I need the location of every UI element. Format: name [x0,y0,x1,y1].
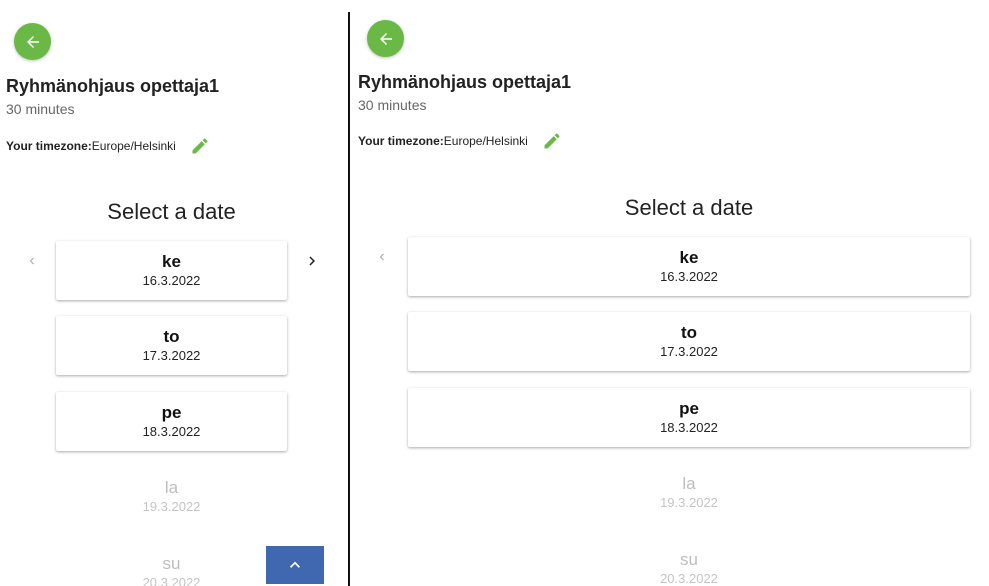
date-card[interactable]: pe 18.3.2022 [56,392,287,451]
date-card-date: 19.3.2022 [660,495,718,510]
timezone-row: Your timezone: Europe/Helsinki [358,131,562,151]
date-card-weekday: to [163,327,180,346]
date-card-date: 17.3.2022 [142,348,201,363]
event-duration: 30 minutes [358,97,427,113]
date-card-weekday: la [164,478,179,497]
date-card-date: 19.3.2022 [142,499,201,514]
date-card[interactable]: to 17.3.2022 [408,312,970,371]
chevron-left-icon [29,257,34,265]
date-card-date: 16.3.2022 [142,273,201,288]
date-card[interactable]: to 17.3.2022 [56,316,287,375]
date-card-weekday: su [680,550,698,569]
date-card[interactable]: pe 18.3.2022 [408,388,970,447]
edit-timezone-button[interactable] [190,136,210,156]
date-card[interactable]: ke 16.3.2022 [56,241,287,300]
date-card-weekday: pe [679,399,699,418]
previous-dates-button[interactable] [372,247,392,267]
date-card-date: 16.3.2022 [660,269,718,284]
date-card[interactable]: ke 16.3.2022 [408,237,970,296]
back-button[interactable] [367,20,404,57]
date-card-date: 20.3.2022 [142,575,201,586]
event-title: Ryhmänohjaus opettaja1 [6,76,220,96]
date-card-unavailable: su 20.3.2022 [408,539,970,586]
timezone-label: Your timezone: [6,139,92,153]
chevron-right-icon [309,256,315,266]
date-card-weekday: ke [679,248,699,267]
next-dates-button[interactable] [302,251,322,271]
date-card-unavailable: su 20.3.2022 [56,543,287,586]
arrow-left-icon [26,35,39,48]
select-date-heading: Select a date [107,199,236,224]
date-card-weekday: to [680,323,698,342]
event-duration: 30 minutes [6,101,75,117]
scroll-to-top-button[interactable] [266,546,324,584]
chevron-left-icon [379,253,384,261]
timezone-value: Europe/Helsinki [91,139,176,153]
pencil-icon [544,133,560,149]
date-card-unavailable: la 19.3.2022 [56,467,287,526]
back-button[interactable] [14,23,51,60]
date-card-unavailable: la 19.3.2022 [408,463,970,522]
pencil-icon [192,138,208,154]
event-title: Ryhmänohjaus opettaja1 [358,72,572,92]
booking-panel-wide: Ryhmänohjaus opettaja1 30 minutes Your t… [351,0,989,586]
chevron-up-icon [290,561,300,568]
date-card-weekday: ke [162,252,181,271]
date-card-date: 20.3.2022 [660,571,718,586]
date-card-date: 17.3.2022 [660,344,718,359]
date-card-weekday: su [162,554,181,573]
date-card-weekday: la [682,474,696,493]
booking-panel-narrow: Ryhmänohjaus opettaja1 30 minutes Your t… [0,0,348,586]
timezone-label: Your timezone: [358,134,444,148]
timezone-row: Your timezone: Europe/Helsinki [6,136,210,156]
panel-divider [348,12,350,586]
date-card-date: 18.3.2022 [142,424,201,439]
select-date-heading: Select a date [624,195,754,220]
previous-dates-button[interactable] [22,251,42,271]
edit-timezone-button[interactable] [542,131,562,151]
timezone-value: Europe/Helsinki [443,134,528,148]
arrow-left-icon [379,32,392,45]
date-card-weekday: pe [161,403,182,422]
date-card-date: 18.3.2022 [660,420,718,435]
